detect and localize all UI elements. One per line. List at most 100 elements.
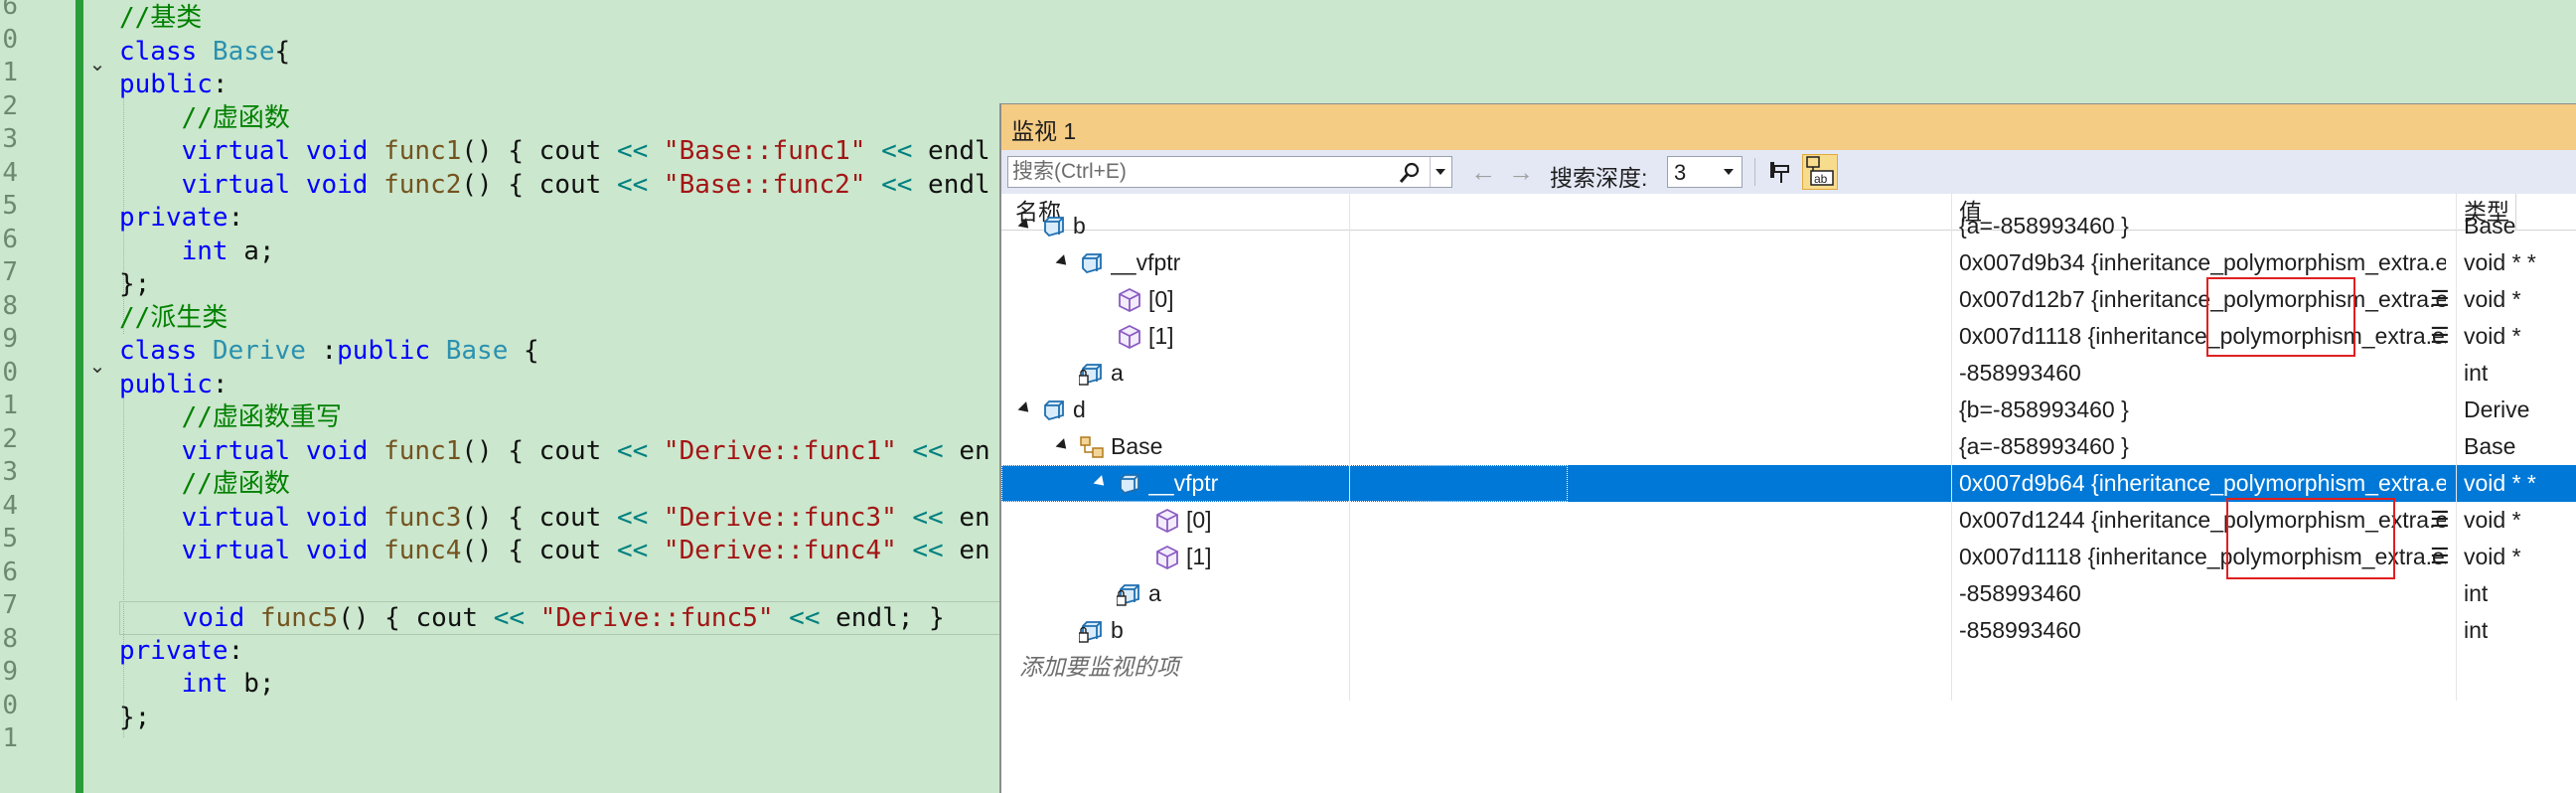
watch-row-value[interactable]: 0x007d1118 {inheritance_polymorphism_ext…	[1959, 318, 2446, 355]
search-input[interactable]	[1012, 158, 1400, 186]
watch-row-value[interactable]: 0x007d9b64 {inheritance_polymorphism_ext…	[1959, 465, 2446, 502]
add-watch-item[interactable]: 添加要监视的项	[1019, 649, 1179, 686]
code-line[interactable]: int a;	[119, 236, 275, 269]
code-line[interactable]: public:	[119, 69, 228, 102]
watch-row-name: Base	[1111, 433, 1163, 459]
visualizer-lens-icon[interactable]: ☰	[2430, 541, 2456, 572]
code-line[interactable]: //虚函数	[119, 468, 290, 502]
visualizer-lens-icon[interactable]: ☰	[2430, 320, 2456, 352]
visualizer-lens-icon[interactable]: ☰	[2430, 504, 2456, 536]
code-line[interactable]: class Derive :public Base {	[119, 335, 539, 369]
line-number: 0	[2, 690, 18, 720]
search-icon[interactable]	[1398, 161, 1422, 185]
code-line[interactable]: };	[119, 268, 150, 302]
watch-row[interactable]: __vfptr 0x007d9b34 {inheritance_polymorph…	[1001, 244, 2576, 281]
watch-row-value[interactable]: {b=-858993460 }	[1959, 392, 2446, 428]
search-depth-label: 搜索深度:	[1550, 165, 1648, 191]
code-token: //虚函数	[181, 102, 290, 133]
code-token: "Base::func2"	[663, 169, 866, 200]
watch-row[interactable]: b -858993460 int	[1001, 612, 2576, 649]
code-line[interactable]: //虚函数重写	[119, 401, 342, 435]
pin-icon[interactable]	[1764, 156, 1796, 188]
watch-row-type: Base	[2464, 433, 2516, 459]
code-line[interactable]: private:	[119, 202, 243, 236]
hex-display-toggle-button[interactable]: ab	[1802, 154, 1838, 190]
watch-row-value[interactable]: 0x007d9b34 {inheritance_polymorphism_ext…	[1959, 244, 2446, 281]
line-number: 7	[2, 590, 18, 620]
watch-row[interactable]: __vfptr 0x007d9b64 {inheritance_polymorph…	[1001, 465, 2576, 502]
code-token: };	[119, 702, 151, 732]
code-line[interactable]: //虚函数	[119, 102, 290, 136]
watch-row[interactable]: a -858993460 int	[1001, 575, 2576, 612]
highlight-annotation-box	[2206, 277, 2355, 357]
code-line[interactable]: virtual void func4() { cout << "Derive::…	[119, 535, 990, 568]
code-token: int	[181, 669, 244, 699]
field-cube-icon	[1117, 287, 1142, 313]
search-depth-select[interactable]: 3	[1667, 156, 1743, 188]
watch-window[interactable]: 监视 1 ← → 搜索深度: 3	[999, 103, 2576, 793]
watch-row-name: a	[1148, 580, 1161, 606]
line-number: 4	[2, 490, 18, 521]
column-divider	[2456, 194, 2457, 701]
code-token: //虚函数	[181, 469, 290, 499]
code-line[interactable]: };	[119, 702, 150, 735]
search-back-button[interactable]: ←	[1468, 157, 1498, 187]
watch-row[interactable]: d {b=-858993460 } Derive	[1001, 392, 2576, 428]
code-line[interactable]: virtual void func1() { cout << "Derive::…	[119, 435, 990, 469]
code-token: :	[212, 369, 228, 399]
watch-row-name: [1]	[1148, 323, 1174, 349]
fold-toggle-derive-class[interactable]: ⌄	[87, 350, 107, 383]
watch-row-value[interactable]: -858993460	[1959, 612, 2446, 649]
code-token: b;	[243, 669, 275, 699]
code-line[interactable]: virtual void func1() { cout << "Base::fu…	[119, 135, 990, 169]
expand-triangle-icon[interactable]	[1055, 254, 1071, 269]
code-line[interactable]: //派生类	[119, 302, 227, 336]
fold-toggle-base-class[interactable]: ⌄	[87, 48, 107, 80]
visualizer-lens-icon[interactable]: ☰	[2430, 283, 2456, 315]
private-field-icon	[1078, 618, 1105, 644]
code-line[interactable]: virtual void func2() { cout << "Base::fu…	[119, 169, 990, 203]
expand-triangle-icon[interactable]	[1017, 401, 1033, 416]
watch-row[interactable]: a -858993460 int	[1001, 355, 2576, 392]
code-token: :	[227, 203, 244, 233]
code-line[interactable]: public:	[119, 369, 228, 402]
watch-row[interactable]: b {a=-858993460 } Base	[1001, 208, 2576, 244]
code-line[interactable]: virtual void func3() { cout << "Derive::…	[119, 502, 990, 536]
focus-rect	[1001, 465, 1568, 502]
code-line[interactable]: int b;	[119, 668, 275, 702]
expand-triangle-icon[interactable]	[1017, 218, 1033, 233]
watch-row-name: b	[1111, 617, 1124, 643]
code-token: <<	[912, 435, 944, 466]
watch-row-value[interactable]: -858993460	[1959, 575, 2446, 612]
watch-title-bar[interactable]: 监视 1	[1001, 104, 2576, 150]
watch-row-value[interactable]: {a=-858993460 }	[1959, 428, 2446, 465]
search-history-dropdown[interactable]	[1430, 157, 1452, 187]
line-number-gutter: 60123456789012345678901	[0, 0, 72, 793]
search-box[interactable]	[1007, 156, 1452, 188]
code-line[interactable]: class Base{	[119, 36, 290, 70]
column-divider	[1951, 194, 1952, 701]
code-line-current[interactable]: void func5() { cout << "Derive::func5" <…	[119, 601, 1013, 635]
search-depth-value: 3	[1674, 160, 1687, 185]
expand-triangle-icon[interactable]	[1055, 438, 1071, 453]
line-number: 8	[2, 623, 18, 654]
watch-row[interactable]: Base {a=-858993460 } Base	[1001, 428, 2576, 465]
watch-row-value[interactable]: 0x007d12b7 {inheritance_polymorphism_ext…	[1959, 281, 2446, 318]
private-field-icon	[1116, 581, 1142, 607]
watch-row-value[interactable]: -858993460	[1959, 355, 2446, 392]
watch-row-type: int	[2464, 580, 2489, 606]
watch-row-value[interactable]: {a=-858993460 }	[1959, 208, 2446, 244]
line-number: 6	[2, 224, 18, 254]
search-forward-button[interactable]: →	[1506, 157, 1536, 187]
code-line[interactable]: //基类	[119, 2, 202, 36]
code-line[interactable]: private:	[119, 635, 243, 669]
